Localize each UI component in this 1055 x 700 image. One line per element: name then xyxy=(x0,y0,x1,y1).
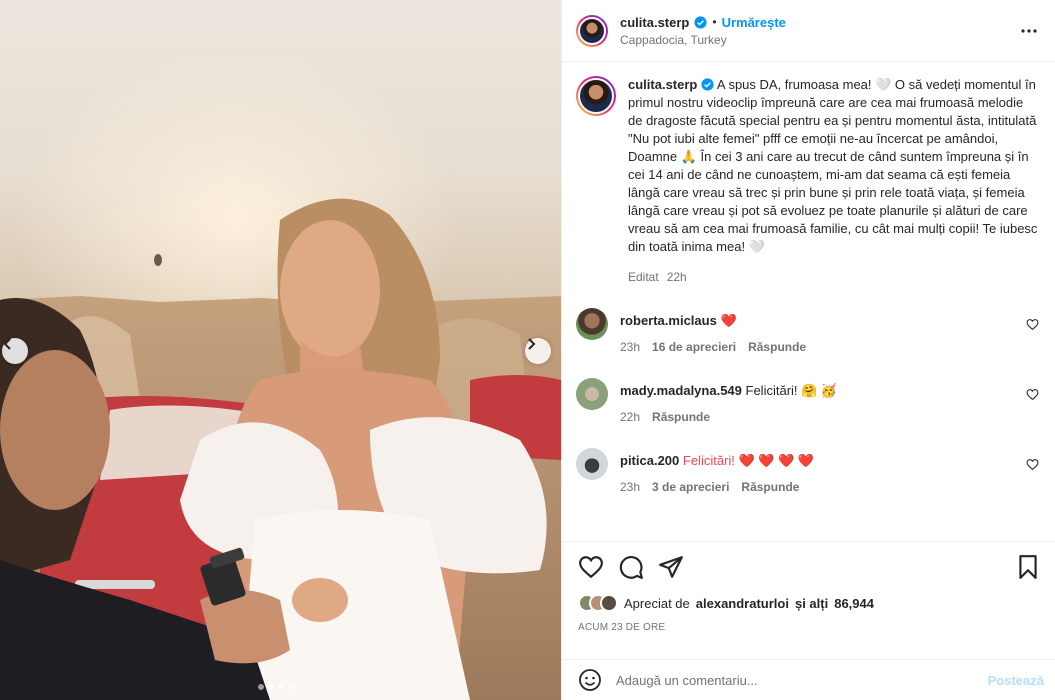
likes-summary[interactable]: Apreciat de alexandraturloi și alți 86,9… xyxy=(578,594,1041,612)
comment-username[interactable]: pitica.200 xyxy=(620,453,679,468)
verified-badge-icon xyxy=(694,15,707,29)
previous-slide-button[interactable] xyxy=(2,338,28,364)
carousel-indicator xyxy=(258,684,294,690)
reply-button[interactable]: Răspunde xyxy=(652,410,710,424)
caption-author-avatar[interactable] xyxy=(576,76,616,116)
likes-user[interactable]: alexandraturloi xyxy=(696,596,789,611)
post-comment-button[interactable]: Postează xyxy=(988,673,1044,688)
reply-button[interactable]: Răspunde xyxy=(741,480,799,494)
carousel-dot xyxy=(278,684,284,690)
caption-meta: Editat 22h xyxy=(628,270,1038,284)
comment-bubble-icon[interactable] xyxy=(618,554,644,580)
liker-avatar xyxy=(600,594,618,612)
post-actions: Apreciat de alexandraturloi și alți 86,9… xyxy=(562,541,1055,659)
next-slide-button[interactable] xyxy=(525,338,551,364)
bookmark-save-icon[interactable] xyxy=(1015,554,1041,580)
comment-item: roberta.miclaus ❤️ 23h 16 de aprecieri R… xyxy=(576,308,1039,354)
reply-button[interactable]: Răspunde xyxy=(748,340,806,354)
comment-time: 22h xyxy=(620,410,641,424)
author-avatar[interactable] xyxy=(576,14,608,47)
comment-username[interactable]: mady.madalyna.549 xyxy=(620,383,742,398)
comments-list[interactable]: culita.sterp A spus DA, frumoasa mea! 🤍 … xyxy=(562,62,1055,541)
post-side-panel: culita.sterp • Urmărește Cappadocia, Tur… xyxy=(561,0,1055,700)
author-username[interactable]: culita.sterp xyxy=(620,15,689,30)
photo-illustration xyxy=(0,0,561,700)
more-options-button[interactable] xyxy=(1017,19,1041,43)
likes-suffix: și alți xyxy=(794,595,829,611)
post-date[interactable]: ACUM 23 DE ORE xyxy=(578,622,1041,633)
verified-badge-icon xyxy=(701,78,714,91)
like-heart-icon[interactable] xyxy=(578,554,604,580)
caption-username[interactable]: culita.sterp xyxy=(628,77,697,92)
post-dialog: culita.sterp • Urmărește Cappadocia, Tur… xyxy=(0,0,1055,700)
comment-username[interactable]: roberta.miclaus xyxy=(620,313,717,328)
carousel-dot xyxy=(288,684,294,690)
like-comment-heart-icon[interactable] xyxy=(1026,388,1039,401)
caption: culita.sterp A spus DA, frumoasa mea! 🤍 … xyxy=(576,76,1039,284)
post-location[interactable]: Cappadocia, Turkey xyxy=(620,33,1017,47)
comment-item: mady.madalyna.549 Felicitări! 🤗 🥳 22h Ră… xyxy=(576,378,1039,424)
comment-input[interactable] xyxy=(616,672,988,688)
comment-likes[interactable]: 16 de aprecieri xyxy=(652,340,736,354)
emoji-smiley-icon[interactable] xyxy=(578,668,602,692)
like-comment-heart-icon[interactable] xyxy=(1026,458,1039,471)
comment-text: ❤️ xyxy=(720,313,737,328)
likes-prefix: Apreciat de xyxy=(624,595,690,611)
separator-dot: • xyxy=(712,15,717,29)
caption-body: A spus DA, frumoasa mea! 🤍 O să vedeți m… xyxy=(628,77,1038,254)
carousel-dot-active xyxy=(268,684,274,690)
edited-label: Editat xyxy=(628,270,659,284)
commenter-avatar[interactable] xyxy=(576,378,608,410)
add-comment-bar: Postează xyxy=(562,659,1055,700)
comment-text: Felicitări! 🤗 🥳 xyxy=(745,383,838,398)
comment-likes[interactable]: 3 de aprecieri xyxy=(652,480,729,494)
comment-time: 23h xyxy=(620,480,641,494)
commenter-avatar[interactable] xyxy=(576,448,608,480)
caption-time: 22h xyxy=(666,270,687,284)
likes-count[interactable]: 86,944 xyxy=(834,596,874,611)
more-options-icon xyxy=(1021,28,1037,33)
commenter-avatar[interactable] xyxy=(576,308,608,340)
chevron-left-icon xyxy=(3,338,11,350)
action-bar xyxy=(578,554,1041,580)
share-paper-plane-icon[interactable] xyxy=(658,554,684,580)
like-comment-heart-icon[interactable] xyxy=(1026,318,1039,331)
comment-item: pitica.200 Felicitări! ❤️ ❤️ ❤️ ❤️ 23h 3… xyxy=(576,448,1039,494)
caption-text-block: culita.sterp A spus DA, frumoasa mea! 🤍 … xyxy=(628,76,1038,256)
post-media[interactable] xyxy=(0,0,561,700)
liker-avatars xyxy=(578,594,618,612)
comment-time: 23h xyxy=(620,340,641,354)
carousel-dot xyxy=(258,684,264,690)
post-header: culita.sterp • Urmărește Cappadocia, Tur… xyxy=(562,0,1055,62)
chevron-right-icon xyxy=(528,338,536,350)
follow-button[interactable]: Urmărește xyxy=(722,15,786,30)
comment-text: Felicitări! ❤️ ❤️ ❤️ ❤️ xyxy=(682,453,815,468)
